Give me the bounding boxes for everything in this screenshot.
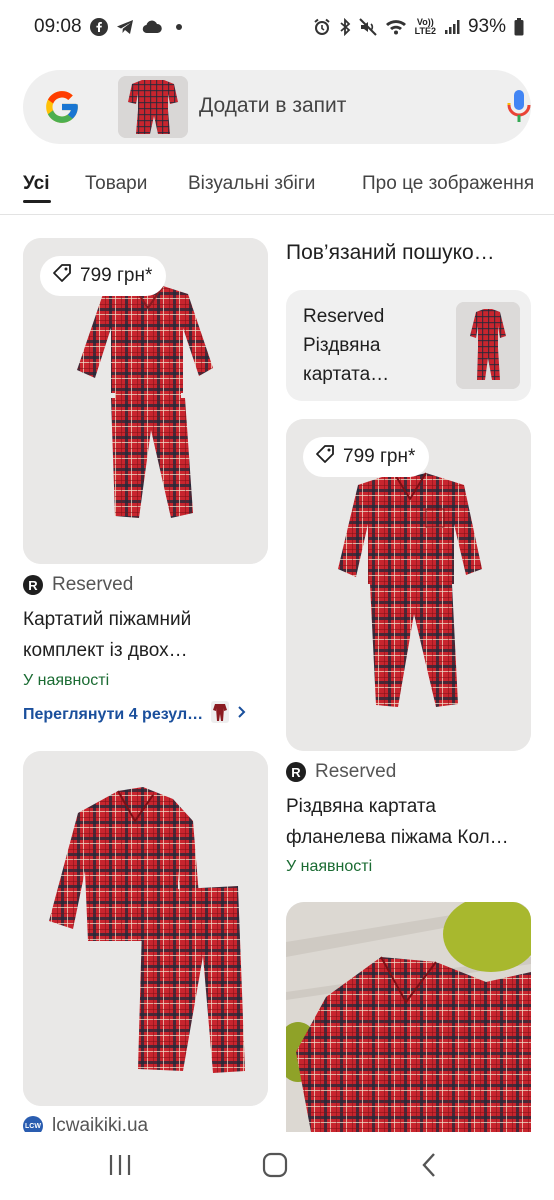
see-more-results-link[interactable]: Переглянути 4 резул…	[23, 701, 247, 728]
notification-dot-icon	[175, 24, 182, 30]
price-chip: 799 грн*	[40, 256, 167, 296]
price-label: 799 грн*	[343, 446, 416, 467]
result-source[interactable]: R Reserved	[286, 761, 396, 783]
result-tabs: Усі Товари Візуальні збіги Про це зображ…	[0, 163, 554, 215]
reserved-logo-icon: R	[23, 575, 43, 595]
product-image-flannel-pajama-photo[interactable]	[286, 902, 531, 1132]
source-name: Reserved	[315, 761, 397, 782]
wifi-icon	[385, 19, 407, 35]
google-logo-icon	[43, 88, 81, 126]
system-navigation-bar	[0, 1132, 554, 1200]
clock: 09:08	[34, 16, 82, 37]
pajama-thumbnail-icon	[211, 701, 230, 728]
back-icon[interactable]	[420, 1152, 440, 1183]
tab-about-image[interactable]: Про це зображення	[362, 173, 534, 195]
query-image-thumbnail[interactable]	[118, 76, 188, 138]
active-tab-indicator	[23, 200, 51, 203]
lte-indicator: Vo)) LTE2	[414, 17, 436, 36]
product-image-lcwaikiki-pajama[interactable]	[23, 751, 268, 1106]
reserved-logo-icon: R	[286, 762, 306, 782]
battery-icon	[514, 18, 524, 36]
recent-apps-icon[interactable]	[107, 1152, 133, 1183]
price-tag-icon	[52, 263, 72, 289]
microphone-icon[interactable]	[506, 88, 532, 131]
stock-status: У наявності	[286, 858, 373, 875]
bluetooth-icon	[339, 18, 351, 36]
home-icon[interactable]	[262, 1152, 288, 1183]
stock-status: У наявності	[23, 672, 110, 689]
source-name: Reserved	[52, 574, 134, 595]
related-search-text: Reserved Різдвяна картата…	[303, 306, 390, 385]
battery-level: 93%	[467, 16, 506, 37]
mute-icon	[358, 18, 377, 36]
status-bar: 09:08 Vo)) LTE2 93%	[0, 0, 554, 54]
search-bar[interactable]: Додати в запит	[23, 70, 531, 144]
related-search-thumbnail	[456, 302, 520, 389]
tab-all[interactable]: Усі	[23, 173, 49, 195]
tab-products[interactable]: Товари	[85, 173, 147, 195]
chevron-right-icon	[237, 705, 247, 724]
price-tag-icon	[315, 444, 335, 470]
signal-icon	[444, 19, 460, 35]
telegram-icon	[116, 19, 134, 35]
result-title[interactable]: Картатий піжамний комплект із двох…	[23, 604, 191, 666]
alarm-icon	[313, 18, 331, 36]
product-image-reserved-pajama[interactable]: 799 грн*	[23, 238, 268, 564]
price-label: 799 грн*	[80, 265, 153, 286]
result-title[interactable]: Різдвяна картата фланелева піжама Кол…	[286, 791, 509, 853]
facebook-icon	[89, 18, 108, 36]
search-input[interactable]: Додати в запит	[199, 94, 346, 118]
related-searches-title: Пов’язаний пошуко…	[286, 241, 495, 264]
result-source[interactable]: R Reserved	[23, 574, 133, 596]
cloud-icon	[142, 20, 162, 34]
related-search-card[interactable]: Reserved Різдвяна картата…	[286, 290, 531, 401]
price-chip: 799 грн*	[303, 437, 430, 477]
tab-visual-matches[interactable]: Візуальні збіги	[188, 173, 315, 195]
product-image-reserved-flannel-pajama[interactable]: 799 грн*	[286, 419, 531, 751]
